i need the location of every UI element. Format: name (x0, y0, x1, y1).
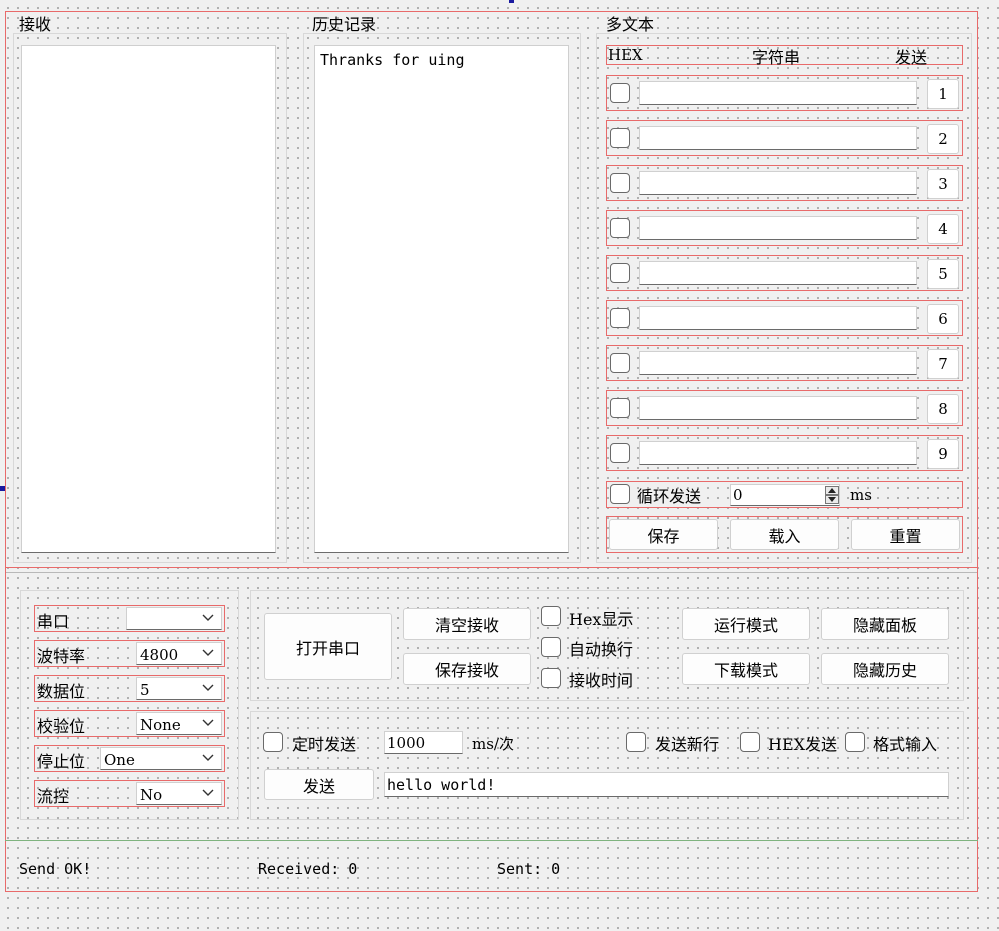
splitter-marker-top (509, 0, 514, 3)
loop-send-checkbox[interactable] (610, 484, 630, 504)
row-hex-checkbox[interactable] (610, 128, 630, 148)
row-send-button[interactable]: 9 (927, 439, 959, 469)
row-send-button[interactable]: 1 (927, 79, 959, 109)
history-title: 历史记录 (312, 15, 377, 34)
row-string-input[interactable] (639, 306, 917, 330)
row-send-button[interactable]: 6 (927, 304, 959, 334)
receive-textarea[interactable] (21, 45, 276, 553)
row-string-input[interactable] (639, 396, 917, 420)
col-string-label: 字符串 (752, 48, 801, 67)
row-hex-checkbox[interactable] (610, 83, 630, 103)
history-text: Thranks for uing (320, 51, 465, 69)
multitext-header: HEX 字符串 发送 (606, 45, 963, 67)
status-message: Send OK! (19, 860, 92, 878)
loop-send-label: 循环发送 (637, 487, 702, 506)
multitext-row: 1 (606, 75, 963, 111)
loop-send-row: 循环发送 0 ms (606, 481, 963, 508)
loop-interval-spinbox[interactable]: 0 (730, 484, 840, 506)
history-textarea[interactable]: Thranks for uing (314, 45, 569, 553)
multitext-row: 2 (606, 120, 963, 156)
multitext-reset-button[interactable]: 重置 (851, 519, 960, 550)
status-sent: Sent: 0 (497, 860, 561, 878)
row-hex-checkbox[interactable] (610, 443, 630, 463)
row-string-input[interactable] (639, 126, 917, 150)
multitext-title: 多文本 (606, 15, 655, 34)
row-string-input[interactable] (639, 81, 917, 105)
status-separator (5, 840, 978, 841)
loop-interval-value: 0 (733, 486, 743, 504)
multitext-row: 9 (606, 435, 963, 471)
receive-title: 接收 (19, 15, 52, 34)
row-send-button[interactable]: 4 (927, 214, 959, 244)
bottom-panel (5, 568, 978, 892)
row-hex-checkbox[interactable] (610, 218, 630, 238)
row-hex-checkbox[interactable] (610, 353, 630, 373)
multitext-load-button[interactable]: 载入 (730, 519, 839, 550)
row-send-button[interactable]: 7 (927, 349, 959, 379)
loop-unit-label: ms (850, 486, 872, 504)
multitext-row: 5 (606, 255, 963, 291)
row-string-input[interactable] (639, 216, 917, 240)
col-send-label: 发送 (895, 48, 928, 67)
row-send-button[interactable]: 2 (927, 124, 959, 154)
spin-down-icon[interactable] (825, 495, 839, 504)
col-hex-label: HEX (608, 46, 643, 64)
row-send-button[interactable]: 8 (927, 394, 959, 424)
row-send-button[interactable]: 3 (927, 169, 959, 199)
multitext-row: 3 (606, 165, 963, 201)
row-string-input[interactable] (639, 171, 917, 195)
multitext-row: 4 (606, 210, 963, 246)
row-string-input[interactable] (639, 261, 917, 285)
row-hex-checkbox[interactable] (610, 263, 630, 283)
spin-up-icon[interactable] (825, 486, 839, 495)
row-hex-checkbox[interactable] (610, 308, 630, 328)
status-received: Received: 0 (258, 860, 358, 878)
row-hex-checkbox[interactable] (610, 398, 630, 418)
multitext-row: 8 (606, 390, 963, 426)
row-send-button[interactable]: 5 (927, 259, 959, 289)
row-string-input[interactable] (639, 351, 917, 375)
multitext-save-button[interactable]: 保存 (609, 519, 718, 550)
row-hex-checkbox[interactable] (610, 173, 630, 193)
multitext-row: 7 (606, 345, 963, 381)
row-string-input[interactable] (639, 441, 917, 465)
multitext-row: 6 (606, 300, 963, 336)
